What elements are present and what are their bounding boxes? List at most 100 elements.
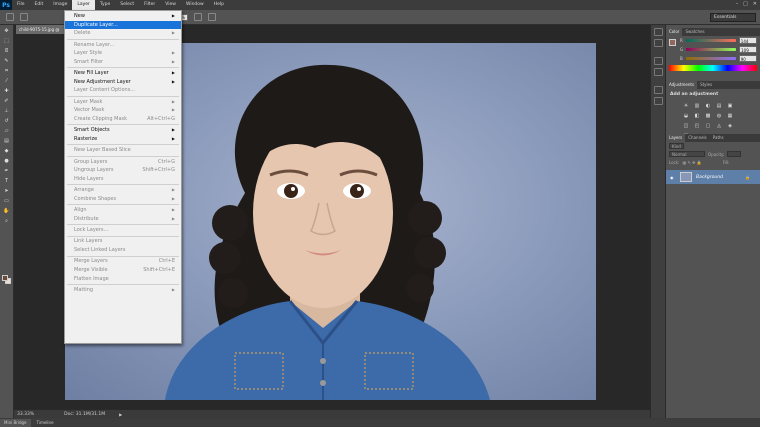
- menu-image[interactable]: Image: [48, 0, 72, 10]
- zoom-level[interactable]: 33.33%: [17, 412, 34, 417]
- menu-file[interactable]: File: [12, 0, 30, 10]
- color-fg-swatch[interactable]: [669, 39, 676, 46]
- adjustment-icon[interactable]: ▥: [693, 102, 701, 109]
- blue-slider[interactable]: [685, 57, 736, 60]
- adjustment-icon[interactable]: ◰: [693, 122, 701, 129]
- menu-item-smart-filter[interactable]: Smart Filter ▶: [65, 58, 181, 67]
- green-value-field[interactable]: 109: [739, 46, 758, 53]
- menu-edit[interactable]: Edit: [30, 0, 49, 10]
- tab-styles[interactable]: Styles: [697, 81, 715, 89]
- type-tool-icon[interactable]: T: [2, 177, 12, 185]
- brush-preset-icon[interactable]: [6, 13, 14, 21]
- airbrush-icon[interactable]: [193, 13, 202, 21]
- tablet-pressure-icon[interactable]: [207, 13, 216, 21]
- zoom-tool-icon[interactable]: ⌕: [2, 217, 12, 225]
- tab-adjustments[interactable]: Adjustments: [666, 81, 698, 89]
- document-tab[interactable]: child-9075-15.jpg @ 33.3%: [16, 25, 64, 41]
- menu-item-rasterize[interactable]: Rasterize ▶: [65, 135, 181, 144]
- adjustment-icon[interactable]: ▩: [704, 112, 712, 119]
- layer-name[interactable]: Background: [696, 175, 723, 180]
- menu-item-rename-layer[interactable]: Rename Layer...: [65, 41, 181, 50]
- lock-icons[interactable]: ▦ ✎ ✥ 🔒: [682, 160, 701, 165]
- adjustment-icon[interactable]: ◐: [704, 102, 712, 109]
- pen-tool-icon[interactable]: ✒: [2, 167, 12, 175]
- adjustment-icon[interactable]: ◒: [682, 112, 690, 119]
- menu-item-vector-mask[interactable]: Vector Mask ▶: [65, 106, 181, 115]
- menu-item-new-layer-based-slice[interactable]: New Layer Based Slice: [65, 146, 181, 155]
- menu-item-layer-style[interactable]: Layer Style ▶: [65, 49, 181, 58]
- history-brush-tool-icon[interactable]: ↺: [2, 117, 12, 125]
- menu-filter[interactable]: Filter: [139, 0, 160, 10]
- clone-source-panel-icon[interactable]: [653, 68, 663, 76]
- shape-tool-icon[interactable]: ▭: [2, 197, 12, 205]
- tab-color[interactable]: Color: [666, 28, 683, 36]
- blue-value-field[interactable]: 90: [738, 55, 757, 62]
- minimize-button[interactable]: –: [736, 1, 739, 7]
- menu-item-delete[interactable]: Delete ▶: [65, 29, 181, 38]
- menu-select[interactable]: Select: [115, 0, 139, 10]
- menu-item-create-clipping-mask[interactable]: Create Clipping Mask Alt+Ctrl+G: [65, 115, 181, 124]
- tab-swatches[interactable]: Swatches: [682, 28, 707, 36]
- clone-stamp-tool-icon[interactable]: ⊥: [2, 107, 12, 115]
- adjustment-icon[interactable]: ◧: [693, 112, 701, 119]
- red-value-field[interactable]: 144: [738, 37, 757, 44]
- adjustment-icon[interactable]: ◈: [726, 122, 734, 129]
- close-button[interactable]: ✕: [753, 1, 757, 7]
- adjustment-icon[interactable]: ◍: [715, 112, 723, 119]
- menu-window[interactable]: Window: [181, 0, 209, 10]
- menu-item-merge-layers[interactable]: Merge Layers Ctrl+E: [65, 257, 181, 266]
- adjustment-icon[interactable]: ▦: [726, 112, 734, 119]
- red-slider[interactable]: [685, 39, 736, 42]
- menu-item-duplicate-layer[interactable]: Duplicate Layer...: [65, 20, 181, 30]
- adjustment-icon[interactable]: ▢: [704, 122, 712, 129]
- menu-help[interactable]: Help: [209, 0, 229, 10]
- marquee-tool-icon[interactable]: ⬚: [2, 37, 12, 45]
- brush-panel-toggle-icon[interactable]: [20, 13, 28, 21]
- menu-item-distribute[interactable]: Distribute ▶: [65, 215, 181, 224]
- menu-layer[interactable]: Layer: [72, 0, 95, 10]
- menu-item-new-adjustment-layer[interactable]: New Adjustment Layer ▶: [65, 78, 181, 87]
- green-slider[interactable]: [686, 48, 737, 51]
- properties-panel-icon[interactable]: [653, 39, 663, 47]
- menu-item-merge-visible[interactable]: Merge Visible Shift+Ctrl+E: [65, 266, 181, 275]
- workspace-select[interactable]: Essentials: [710, 13, 756, 22]
- menu-view[interactable]: View: [160, 0, 181, 10]
- adjustment-icon[interactable]: ◬: [715, 122, 723, 129]
- tab-paths[interactable]: Paths: [710, 134, 727, 142]
- healing-brush-tool-icon[interactable]: ✚: [2, 87, 12, 95]
- menu-item-arrange[interactable]: Arrange ▶: [65, 186, 181, 195]
- tab-mini-bridge[interactable]: Mini Bridge: [0, 418, 31, 427]
- gradient-tool-icon[interactable]: ▤: [2, 137, 12, 145]
- menu-item-new-fill-layer[interactable]: New Fill Layer ▶: [65, 69, 181, 78]
- blend-mode-select[interactable]: Normal: [669, 151, 705, 157]
- menu-type[interactable]: Type: [95, 0, 115, 10]
- brush-panel-icon[interactable]: [653, 57, 663, 65]
- foreground-color-swatch[interactable]: [2, 275, 8, 281]
- status-menu-arrow-icon[interactable]: ▶: [119, 412, 122, 417]
- layer-kind-filter[interactable]: Kind: [669, 143, 684, 149]
- eyedropper-tool-icon[interactable]: ⁄: [2, 77, 12, 85]
- layer-opacity-field[interactable]: [727, 151, 742, 157]
- tab-timeline[interactable]: Timeline: [33, 419, 58, 427]
- menu-item-matting[interactable]: Matting ▶: [65, 286, 181, 295]
- menu-item-select-linked-layers[interactable]: Select Linked Layers: [65, 246, 181, 255]
- menu-item-new[interactable]: New ▶: [65, 12, 181, 21]
- blur-tool-icon[interactable]: ◆: [2, 147, 12, 155]
- adjustment-icon[interactable]: ◫: [682, 122, 690, 129]
- hand-tool-icon[interactable]: ✋: [2, 207, 12, 215]
- adjustment-icon[interactable]: ▣: [726, 102, 734, 109]
- menu-item-hide-layers[interactable]: Hide Layers: [65, 175, 181, 184]
- path-select-tool-icon[interactable]: ➤: [2, 187, 12, 195]
- eye-icon[interactable]: ◉: [670, 175, 674, 180]
- lasso-tool-icon[interactable]: ᘓ: [2, 47, 12, 55]
- menu-item-flatten-image[interactable]: Flatten Image: [65, 275, 181, 284]
- character-panel-icon[interactable]: [653, 86, 663, 94]
- menu-item-link-layers[interactable]: Link Layers: [65, 237, 181, 246]
- dodge-tool-icon[interactable]: ●: [2, 157, 12, 165]
- menu-item-align[interactable]: Align ▶: [65, 206, 181, 215]
- menu-item-layer-content-options[interactable]: Layer Content Options...: [65, 86, 181, 95]
- adjustment-icon[interactable]: ☀: [682, 102, 690, 109]
- move-tool-icon[interactable]: ✥: [2, 27, 12, 35]
- history-panel-icon[interactable]: [653, 28, 663, 36]
- tab-layers[interactable]: Layers: [666, 134, 686, 142]
